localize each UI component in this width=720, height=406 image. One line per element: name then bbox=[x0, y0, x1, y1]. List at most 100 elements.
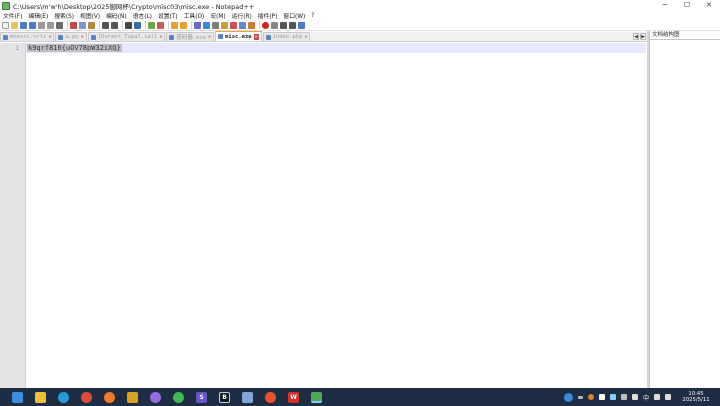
wechat-icon[interactable] bbox=[173, 391, 184, 403]
editor-pane[interactable]: 1 k9qrf816{uOV78pW32iXQ} bbox=[0, 43, 647, 388]
menu-encoding[interactable]: 编码(N) bbox=[103, 11, 129, 20]
tab-close-icon[interactable]: ✕ bbox=[208, 34, 211, 40]
menu-edit[interactable]: 编辑(E) bbox=[25, 11, 51, 20]
tray-app-icon[interactable] bbox=[587, 394, 594, 400]
menu-tools[interactable]: 工具(O) bbox=[181, 11, 208, 20]
tab-a-py[interactable]: a.py ✕ bbox=[55, 32, 87, 41]
file-tab-icon bbox=[169, 34, 175, 40]
tab-close-icon[interactable]: ✕ bbox=[253, 33, 259, 40]
cut-icon[interactable] bbox=[70, 21, 77, 29]
open-file-icon[interactable] bbox=[11, 21, 18, 29]
tab-close-icon[interactable]: ✕ bbox=[81, 34, 84, 40]
file-tab-icon bbox=[3, 34, 8, 40]
system-clock[interactable]: 10:45 2025/5/11 bbox=[676, 391, 716, 404]
language-icon[interactable] bbox=[221, 21, 228, 29]
app-red-icon[interactable] bbox=[265, 391, 276, 403]
word-wrap-icon[interactable] bbox=[194, 21, 201, 29]
editor-text-line[interactable]: k9qrf816{uOV78pW32iXQ} bbox=[27, 44, 122, 52]
function-list-icon[interactable] bbox=[239, 21, 246, 29]
app-docs-icon[interactable] bbox=[242, 391, 253, 403]
copy-icon[interactable] bbox=[79, 21, 86, 29]
undo-icon[interactable] bbox=[102, 21, 109, 29]
tab-close-icon[interactable]: ✕ bbox=[159, 34, 162, 40]
document-map-icon[interactable] bbox=[230, 21, 237, 29]
print-icon[interactable] bbox=[56, 21, 63, 29]
system-tray: 中 10:45 2025/5/11 bbox=[563, 388, 720, 406]
zoom-out-icon[interactable] bbox=[157, 21, 164, 29]
menu-settings[interactable]: 设置(T) bbox=[155, 11, 181, 20]
line-number-gutter: 1 bbox=[0, 43, 26, 388]
firefox-icon[interactable] bbox=[104, 391, 115, 403]
tab-close-icon[interactable]: ✕ bbox=[48, 34, 51, 40]
run-macro-multiple-icon[interactable] bbox=[289, 21, 296, 29]
redo-icon[interactable] bbox=[111, 21, 118, 29]
start-icon[interactable] bbox=[12, 391, 23, 403]
indent-guide-icon[interactable] bbox=[212, 21, 219, 29]
tab-close-icon[interactable]: ✕ bbox=[304, 34, 307, 40]
help-icon[interactable] bbox=[563, 392, 573, 402]
zoom-in-icon[interactable] bbox=[148, 21, 155, 29]
menu-plugins[interactable]: 插件(P) bbox=[255, 11, 281, 20]
line-number: 1 bbox=[15, 44, 19, 52]
stop-macro-icon[interactable] bbox=[271, 21, 278, 29]
clock-date: 2025/5/11 bbox=[682, 397, 710, 403]
find-icon[interactable] bbox=[125, 21, 132, 29]
tab-mima-exe[interactable]: 密码器.exe ✕ bbox=[166, 32, 215, 41]
title-bar: C:\Users\m'w'h\Desktop\2025御网杯\Crypto\mi… bbox=[0, 0, 720, 11]
app-folder-icon[interactable] bbox=[127, 391, 138, 403]
close-all-icon[interactable] bbox=[47, 21, 54, 29]
menu-macro[interactable]: 宏(M) bbox=[207, 11, 228, 20]
tab-scroll-left-icon[interactable]: ◀ bbox=[633, 33, 639, 40]
maximize-button[interactable]: ☐ bbox=[676, 0, 698, 11]
app-b-glyph: B bbox=[222, 393, 227, 401]
tab-mnexxc[interactable]: mnexxc.vrtx ✕ bbox=[0, 32, 55, 41]
tray-window-icon[interactable] bbox=[598, 394, 605, 400]
menu-file[interactable]: 文件(F) bbox=[0, 11, 25, 20]
battery-icon[interactable] bbox=[665, 394, 671, 400]
notepadpp-app-icon bbox=[2, 1, 10, 10]
save-macro-icon[interactable] bbox=[298, 21, 305, 29]
wps-icon[interactable]: W bbox=[288, 391, 299, 403]
new-file-icon[interactable] bbox=[2, 21, 9, 29]
paste-icon[interactable] bbox=[88, 21, 95, 29]
tab-misc-exe[interactable]: misc.exe ✕ bbox=[215, 31, 262, 41]
edge-icon[interactable] bbox=[58, 391, 69, 403]
minimize-button[interactable]: ─ bbox=[654, 0, 676, 11]
folder-workspace-icon[interactable] bbox=[248, 21, 255, 29]
save-icon[interactable] bbox=[20, 21, 27, 29]
tab-navigation: ◀ ▶ bbox=[633, 33, 647, 40]
volume-icon[interactable] bbox=[631, 394, 638, 400]
menu-run[interactable]: 运行(R) bbox=[229, 11, 255, 20]
menu-help[interactable]: ? bbox=[308, 13, 317, 19]
replace-icon[interactable] bbox=[134, 21, 141, 29]
chrome-icon[interactable] bbox=[81, 391, 92, 403]
tab-scroll-right-icon[interactable]: ▶ bbox=[640, 33, 646, 40]
save-all-icon[interactable] bbox=[29, 21, 36, 29]
play-macro-icon[interactable] bbox=[280, 21, 287, 29]
input-language[interactable]: 中 bbox=[643, 393, 649, 402]
tab-label: misc.exe bbox=[225, 33, 252, 40]
close-file-icon[interactable] bbox=[38, 21, 45, 29]
app-b-icon[interactable]: B bbox=[219, 391, 230, 403]
tab-index-php[interactable]: index.php ✕ bbox=[262, 32, 311, 41]
close-button[interactable]: ✕ bbox=[698, 0, 720, 11]
tray-pen-icon[interactable] bbox=[620, 394, 627, 400]
chevron-up-icon[interactable] bbox=[577, 395, 583, 399]
app-s-icon[interactable]: S bbox=[196, 391, 207, 403]
record-macro-icon[interactable] bbox=[262, 21, 269, 29]
menu-language[interactable]: 语言(L) bbox=[130, 11, 155, 20]
menu-window[interactable]: 窗口(W) bbox=[280, 11, 308, 20]
file-explorer-icon[interactable] bbox=[35, 391, 46, 403]
tray-cloud-icon[interactable] bbox=[609, 394, 616, 400]
network-icon[interactable] bbox=[654, 394, 660, 400]
app-s-glyph: S bbox=[199, 393, 204, 401]
menu-search[interactable]: 搜索(S) bbox=[51, 11, 77, 20]
menu-view[interactable]: 视图(V) bbox=[77, 11, 103, 20]
sync-horizontal-icon[interactable] bbox=[180, 21, 187, 29]
file-tab-icon bbox=[90, 34, 96, 40]
sync-vertical-icon[interactable] bbox=[171, 21, 178, 29]
show-all-chars-icon[interactable] bbox=[203, 21, 210, 29]
tab-durant-tupal[interactable]: [Durant_Tupal.sal] ✕ bbox=[87, 32, 166, 41]
app-purple-icon[interactable] bbox=[150, 391, 161, 403]
notepadpp-taskbar-icon[interactable] bbox=[311, 391, 322, 403]
